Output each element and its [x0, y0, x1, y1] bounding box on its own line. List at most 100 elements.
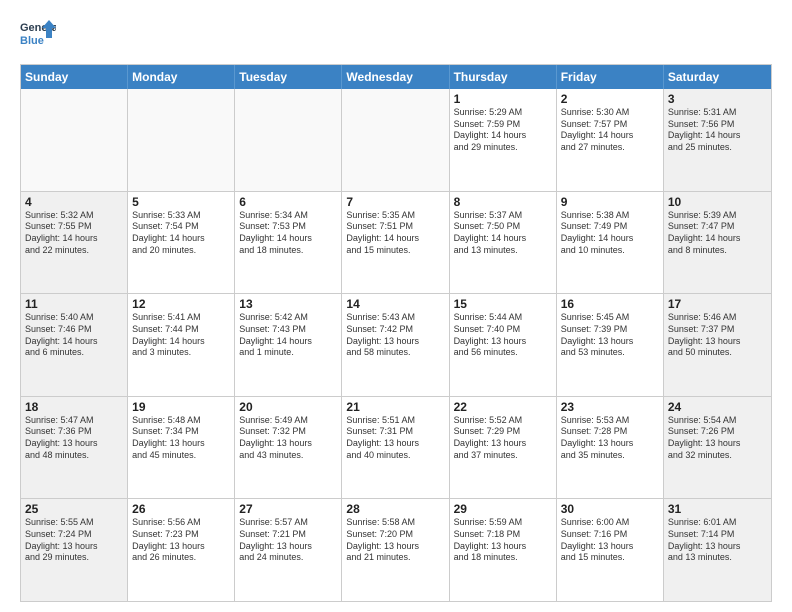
day-cell-22: 22Sunrise: 5:52 AM Sunset: 7:29 PM Dayli… — [450, 397, 557, 499]
day-cell-10: 10Sunrise: 5:39 AM Sunset: 7:47 PM Dayli… — [664, 192, 771, 294]
day-info: Sunrise: 5:33 AM Sunset: 7:54 PM Dayligh… — [132, 210, 230, 257]
day-number: 30 — [561, 502, 659, 516]
header-day-monday: Monday — [128, 65, 235, 89]
day-number: 20 — [239, 400, 337, 414]
day-info: Sunrise: 5:53 AM Sunset: 7:28 PM Dayligh… — [561, 415, 659, 462]
day-info: Sunrise: 5:42 AM Sunset: 7:43 PM Dayligh… — [239, 312, 337, 359]
calendar-row-2: 4Sunrise: 5:32 AM Sunset: 7:55 PM Daylig… — [21, 192, 771, 295]
day-cell-14: 14Sunrise: 5:43 AM Sunset: 7:42 PM Dayli… — [342, 294, 449, 396]
day-number: 9 — [561, 195, 659, 209]
logo-svg: General Blue — [20, 18, 56, 54]
day-cell-24: 24Sunrise: 5:54 AM Sunset: 7:26 PM Dayli… — [664, 397, 771, 499]
day-number: 18 — [25, 400, 123, 414]
day-info: Sunrise: 5:59 AM Sunset: 7:18 PM Dayligh… — [454, 517, 552, 564]
day-number: 29 — [454, 502, 552, 516]
day-cell-21: 21Sunrise: 5:51 AM Sunset: 7:31 PM Dayli… — [342, 397, 449, 499]
header: General Blue — [20, 18, 772, 54]
day-cell-29: 29Sunrise: 5:59 AM Sunset: 7:18 PM Dayli… — [450, 499, 557, 601]
logo: General Blue — [20, 18, 56, 54]
header-day-tuesday: Tuesday — [235, 65, 342, 89]
calendar-row-4: 18Sunrise: 5:47 AM Sunset: 7:36 PM Dayli… — [21, 397, 771, 500]
day-info: Sunrise: 5:37 AM Sunset: 7:50 PM Dayligh… — [454, 210, 552, 257]
day-number: 5 — [132, 195, 230, 209]
day-cell-30: 30Sunrise: 6:00 AM Sunset: 7:16 PM Dayli… — [557, 499, 664, 601]
day-number: 7 — [346, 195, 444, 209]
empty-cell-r0c1 — [128, 89, 235, 191]
day-cell-13: 13Sunrise: 5:42 AM Sunset: 7:43 PM Dayli… — [235, 294, 342, 396]
day-number: 31 — [668, 502, 767, 516]
day-cell-12: 12Sunrise: 5:41 AM Sunset: 7:44 PM Dayli… — [128, 294, 235, 396]
day-info: Sunrise: 5:47 AM Sunset: 7:36 PM Dayligh… — [25, 415, 123, 462]
day-number: 23 — [561, 400, 659, 414]
day-info: Sunrise: 5:34 AM Sunset: 7:53 PM Dayligh… — [239, 210, 337, 257]
day-number: 15 — [454, 297, 552, 311]
day-info: Sunrise: 5:32 AM Sunset: 7:55 PM Dayligh… — [25, 210, 123, 257]
day-cell-9: 9Sunrise: 5:38 AM Sunset: 7:49 PM Daylig… — [557, 192, 664, 294]
day-info: Sunrise: 5:58 AM Sunset: 7:20 PM Dayligh… — [346, 517, 444, 564]
day-cell-17: 17Sunrise: 5:46 AM Sunset: 7:37 PM Dayli… — [664, 294, 771, 396]
day-info: Sunrise: 5:40 AM Sunset: 7:46 PM Dayligh… — [25, 312, 123, 359]
calendar-row-3: 11Sunrise: 5:40 AM Sunset: 7:46 PM Dayli… — [21, 294, 771, 397]
day-info: Sunrise: 5:55 AM Sunset: 7:24 PM Dayligh… — [25, 517, 123, 564]
day-number: 25 — [25, 502, 123, 516]
day-info: Sunrise: 5:31 AM Sunset: 7:56 PM Dayligh… — [668, 107, 767, 154]
day-number: 12 — [132, 297, 230, 311]
day-cell-26: 26Sunrise: 5:56 AM Sunset: 7:23 PM Dayli… — [128, 499, 235, 601]
day-cell-27: 27Sunrise: 5:57 AM Sunset: 7:21 PM Dayli… — [235, 499, 342, 601]
day-info: Sunrise: 5:56 AM Sunset: 7:23 PM Dayligh… — [132, 517, 230, 564]
day-cell-23: 23Sunrise: 5:53 AM Sunset: 7:28 PM Dayli… — [557, 397, 664, 499]
day-number: 16 — [561, 297, 659, 311]
day-cell-3: 3Sunrise: 5:31 AM Sunset: 7:56 PM Daylig… — [664, 89, 771, 191]
day-info: Sunrise: 5:51 AM Sunset: 7:31 PM Dayligh… — [346, 415, 444, 462]
day-cell-5: 5Sunrise: 5:33 AM Sunset: 7:54 PM Daylig… — [128, 192, 235, 294]
day-info: Sunrise: 5:57 AM Sunset: 7:21 PM Dayligh… — [239, 517, 337, 564]
day-number: 22 — [454, 400, 552, 414]
day-cell-19: 19Sunrise: 5:48 AM Sunset: 7:34 PM Dayli… — [128, 397, 235, 499]
day-number: 6 — [239, 195, 337, 209]
day-cell-6: 6Sunrise: 5:34 AM Sunset: 7:53 PM Daylig… — [235, 192, 342, 294]
day-number: 28 — [346, 502, 444, 516]
day-info: Sunrise: 5:30 AM Sunset: 7:57 PM Dayligh… — [561, 107, 659, 154]
day-cell-28: 28Sunrise: 5:58 AM Sunset: 7:20 PM Dayli… — [342, 499, 449, 601]
day-number: 13 — [239, 297, 337, 311]
header-day-thursday: Thursday — [450, 65, 557, 89]
empty-cell-r0c0 — [21, 89, 128, 191]
calendar-row-5: 25Sunrise: 5:55 AM Sunset: 7:24 PM Dayli… — [21, 499, 771, 601]
day-number: 27 — [239, 502, 337, 516]
day-number: 2 — [561, 92, 659, 106]
empty-cell-r0c3 — [342, 89, 449, 191]
day-number: 19 — [132, 400, 230, 414]
day-number: 21 — [346, 400, 444, 414]
day-number: 8 — [454, 195, 552, 209]
day-info: Sunrise: 5:49 AM Sunset: 7:32 PM Dayligh… — [239, 415, 337, 462]
day-number: 11 — [25, 297, 123, 311]
header-day-friday: Friday — [557, 65, 664, 89]
header-day-wednesday: Wednesday — [342, 65, 449, 89]
day-info: Sunrise: 5:38 AM Sunset: 7:49 PM Dayligh… — [561, 210, 659, 257]
day-cell-18: 18Sunrise: 5:47 AM Sunset: 7:36 PM Dayli… — [21, 397, 128, 499]
day-number: 26 — [132, 502, 230, 516]
day-cell-8: 8Sunrise: 5:37 AM Sunset: 7:50 PM Daylig… — [450, 192, 557, 294]
calendar-row-1: 1Sunrise: 5:29 AM Sunset: 7:59 PM Daylig… — [21, 89, 771, 192]
day-info: Sunrise: 5:35 AM Sunset: 7:51 PM Dayligh… — [346, 210, 444, 257]
day-info: Sunrise: 5:41 AM Sunset: 7:44 PM Dayligh… — [132, 312, 230, 359]
empty-cell-r0c2 — [235, 89, 342, 191]
day-cell-1: 1Sunrise: 5:29 AM Sunset: 7:59 PM Daylig… — [450, 89, 557, 191]
day-cell-4: 4Sunrise: 5:32 AM Sunset: 7:55 PM Daylig… — [21, 192, 128, 294]
day-info: Sunrise: 6:01 AM Sunset: 7:14 PM Dayligh… — [668, 517, 767, 564]
day-cell-11: 11Sunrise: 5:40 AM Sunset: 7:46 PM Dayli… — [21, 294, 128, 396]
day-number: 10 — [668, 195, 767, 209]
day-number: 24 — [668, 400, 767, 414]
svg-text:Blue: Blue — [20, 35, 44, 47]
day-info: Sunrise: 5:45 AM Sunset: 7:39 PM Dayligh… — [561, 312, 659, 359]
day-cell-7: 7Sunrise: 5:35 AM Sunset: 7:51 PM Daylig… — [342, 192, 449, 294]
day-cell-16: 16Sunrise: 5:45 AM Sunset: 7:39 PM Dayli… — [557, 294, 664, 396]
day-info: Sunrise: 6:00 AM Sunset: 7:16 PM Dayligh… — [561, 517, 659, 564]
day-number: 17 — [668, 297, 767, 311]
day-cell-25: 25Sunrise: 5:55 AM Sunset: 7:24 PM Dayli… — [21, 499, 128, 601]
day-info: Sunrise: 5:43 AM Sunset: 7:42 PM Dayligh… — [346, 312, 444, 359]
day-info: Sunrise: 5:39 AM Sunset: 7:47 PM Dayligh… — [668, 210, 767, 257]
day-cell-20: 20Sunrise: 5:49 AM Sunset: 7:32 PM Dayli… — [235, 397, 342, 499]
day-info: Sunrise: 5:46 AM Sunset: 7:37 PM Dayligh… — [668, 312, 767, 359]
calendar: SundayMondayTuesdayWednesdayThursdayFrid… — [20, 64, 772, 602]
